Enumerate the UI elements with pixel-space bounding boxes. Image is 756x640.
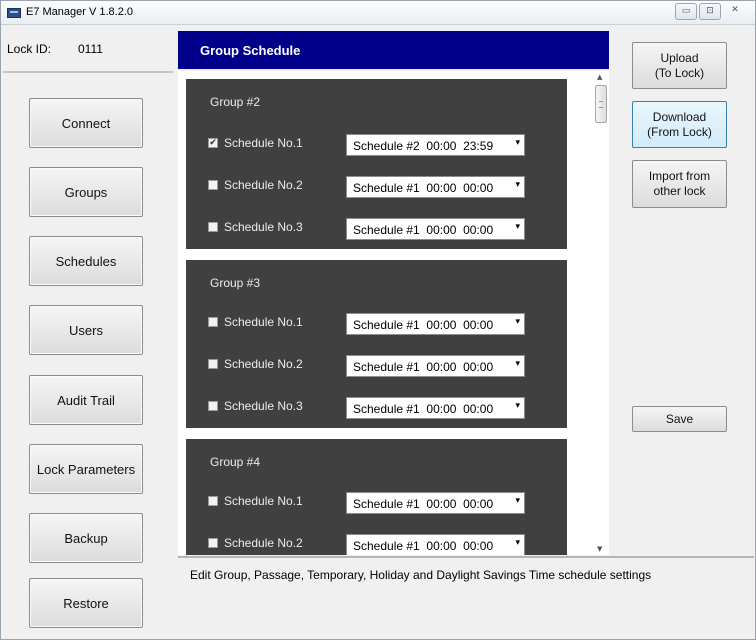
group-title: Group #2 bbox=[210, 95, 261, 109]
schedules-button[interactable]: Schedules bbox=[29, 236, 143, 286]
schedule-checkbox[interactable] bbox=[208, 496, 218, 506]
minimize-icon[interactable]: ▭ bbox=[675, 3, 697, 20]
group-panel-3: Group #3 Schedule No.1 Schedule #1 00:00… bbox=[186, 260, 567, 428]
app-window: E7 Manager V 1.8.2.0 ▭ ⊡ ✕ Lock ID: 0111… bbox=[0, 0, 756, 640]
schedule-dropdown[interactable]: Schedule #1 00:00 00:00 ▾ bbox=[346, 492, 525, 514]
schedule-checkbox[interactable] bbox=[208, 359, 218, 369]
schedule-label: Schedule No.1 bbox=[224, 315, 303, 329]
chevron-down-icon: ▾ bbox=[515, 222, 520, 232]
group-schedule-list[interactable]: Group #2 ✔ Schedule No.1 Schedule #2 00:… bbox=[178, 71, 609, 555]
users-button[interactable]: Users bbox=[29, 305, 143, 355]
schedule-row: ✔ Schedule No.1 Schedule #2 00:00 23:59 … bbox=[208, 134, 548, 156]
groups-button[interactable]: Groups bbox=[29, 167, 143, 217]
schedule-dropdown[interactable]: Schedule #1 00:00 00:00 ▾ bbox=[346, 176, 525, 198]
schedule-row: Schedule No.2 Schedule #1 00:00 00:00 ▾ bbox=[208, 176, 548, 198]
schedule-row: Schedule No.3 Schedule #1 00:00 00:00 ▾ bbox=[208, 397, 548, 419]
dropdown-value: Schedule #1 00:00 00:00 bbox=[353, 402, 494, 416]
schedule-checkbox[interactable] bbox=[208, 401, 218, 411]
scroll-down-icon[interactable]: ▼ bbox=[597, 545, 602, 553]
connect-button[interactable]: Connect bbox=[29, 98, 143, 148]
description-panel: Edit Group, Passage, Temporary, Holiday … bbox=[178, 556, 754, 636]
chevron-down-icon: ▾ bbox=[515, 138, 520, 148]
chevron-down-icon: ▾ bbox=[515, 538, 520, 548]
chevron-down-icon: ▾ bbox=[515, 496, 520, 506]
close-icon[interactable]: ✕ bbox=[723, 3, 747, 20]
lock-id-value: 0111 bbox=[78, 42, 103, 56]
maximize-icon[interactable]: ⊡ bbox=[699, 3, 721, 20]
schedule-dropdown[interactable]: Schedule #1 00:00 00:00 ▾ bbox=[346, 534, 525, 555]
title-bar: E7 Manager V 1.8.2.0 ▭ ⊡ ✕ bbox=[1, 1, 755, 25]
window-controls: ▭ ⊡ ✕ bbox=[675, 3, 747, 20]
schedule-row: Schedule No.1 Schedule #1 00:00 00:00 ▾ bbox=[208, 492, 548, 514]
lock-parameters-button[interactable]: Lock Parameters bbox=[29, 444, 143, 494]
schedule-dropdown[interactable]: Schedule #2 00:00 23:59 ▾ bbox=[346, 134, 525, 156]
group-panel-4: Group #4 Schedule No.1 Schedule #1 00:00… bbox=[186, 439, 567, 555]
schedule-dropdown[interactable]: Schedule #1 00:00 00:00 ▾ bbox=[346, 218, 525, 240]
group-title: Group #3 bbox=[210, 276, 261, 290]
content-header: Group Schedule bbox=[178, 31, 609, 69]
page-title: Group Schedule bbox=[200, 43, 301, 58]
schedule-label: Schedule No.2 bbox=[224, 536, 303, 550]
schedule-checkbox[interactable] bbox=[208, 317, 218, 327]
schedule-row: Schedule No.1 Schedule #1 00:00 00:00 ▾ bbox=[208, 313, 548, 335]
schedule-checkbox[interactable]: ✔ bbox=[208, 138, 218, 148]
window-title: E7 Manager V 1.8.2.0 bbox=[26, 6, 134, 18]
backup-button[interactable]: Backup bbox=[29, 513, 143, 563]
dropdown-value: Schedule #1 00:00 00:00 bbox=[353, 223, 494, 237]
lock-id-label: Lock ID: bbox=[7, 42, 52, 56]
app-icon bbox=[7, 8, 21, 18]
import-button[interactable]: Import from other lock bbox=[632, 160, 727, 208]
dropdown-value: Schedule #1 00:00 00:00 bbox=[353, 181, 494, 195]
download-button[interactable]: Download (From Lock) bbox=[632, 101, 727, 148]
dropdown-value: Schedule #1 00:00 00:00 bbox=[353, 539, 494, 553]
schedule-row: Schedule No.3 Schedule #1 00:00 00:00 ▾ bbox=[208, 218, 548, 240]
schedule-label: Schedule No.2 bbox=[224, 357, 303, 371]
chevron-down-icon: ▾ bbox=[515, 317, 520, 327]
schedule-checkbox[interactable] bbox=[208, 180, 218, 190]
chevron-down-icon: ▾ bbox=[515, 401, 520, 411]
schedule-row: Schedule No.2 Schedule #1 00:00 00:00 ▾ bbox=[208, 355, 548, 377]
schedule-row: Schedule No.2 Schedule #1 00:00 00:00 ▾ bbox=[208, 534, 548, 555]
schedule-label: Schedule No.3 bbox=[224, 399, 303, 413]
schedule-label: Schedule No.2 bbox=[224, 178, 303, 192]
schedule-label: Schedule No.1 bbox=[224, 136, 303, 150]
scroll-up-icon[interactable]: ▲ bbox=[597, 73, 602, 81]
chevron-down-icon: ▾ bbox=[515, 359, 520, 369]
schedule-dropdown[interactable]: Schedule #1 00:00 00:00 ▾ bbox=[346, 397, 525, 419]
vertical-scrollbar[interactable]: ▲ ▼ bbox=[593, 71, 609, 555]
lock-id-row: Lock ID: 0111 bbox=[3, 37, 173, 73]
upload-button[interactable]: Upload (To Lock) bbox=[632, 42, 727, 89]
dropdown-value: Schedule #1 00:00 00:00 bbox=[353, 318, 494, 332]
group-panel-2: Group #2 ✔ Schedule No.1 Schedule #2 00:… bbox=[186, 79, 567, 249]
schedule-checkbox[interactable] bbox=[208, 222, 218, 232]
description-text: Edit Group, Passage, Temporary, Holiday … bbox=[190, 568, 652, 582]
schedule-dropdown[interactable]: Schedule #1 00:00 00:00 ▾ bbox=[346, 355, 525, 377]
dropdown-value: Schedule #2 00:00 23:59 bbox=[353, 139, 494, 153]
group-title: Group #4 bbox=[210, 455, 261, 469]
scroll-thumb[interactable] bbox=[595, 85, 607, 123]
audit-trail-button[interactable]: Audit Trail bbox=[29, 375, 143, 425]
schedule-checkbox[interactable] bbox=[208, 538, 218, 548]
schedule-label: Schedule No.1 bbox=[224, 494, 303, 508]
dropdown-value: Schedule #1 00:00 00:00 bbox=[353, 360, 494, 374]
dropdown-value: Schedule #1 00:00 00:00 bbox=[353, 497, 494, 511]
restore-button[interactable]: Restore bbox=[29, 578, 143, 628]
save-button[interactable]: Save bbox=[632, 406, 727, 432]
schedule-label: Schedule No.3 bbox=[224, 220, 303, 234]
chevron-down-icon: ▾ bbox=[515, 180, 520, 190]
schedule-dropdown[interactable]: Schedule #1 00:00 00:00 ▾ bbox=[346, 313, 525, 335]
